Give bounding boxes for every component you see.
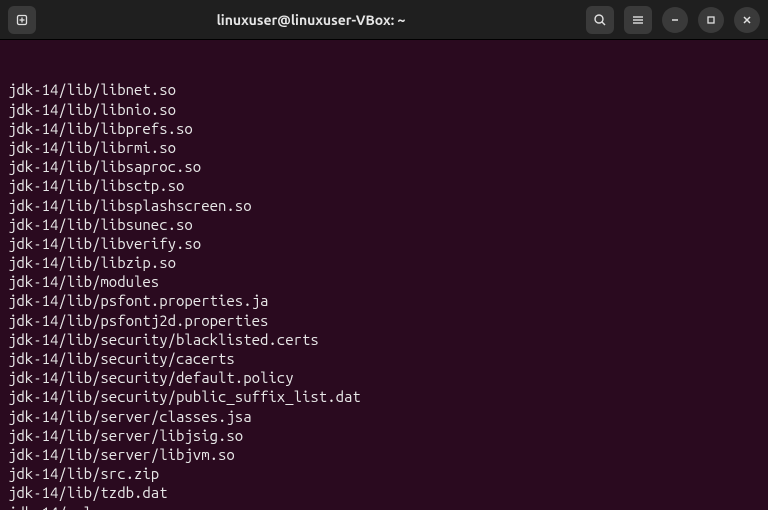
close-icon — [742, 15, 752, 25]
titlebar-left — [8, 6, 36, 34]
maximize-button[interactable] — [698, 7, 724, 33]
window-title: linuxuser@linuxuser-VBox: ~ — [44, 12, 578, 28]
minimize-button[interactable] — [662, 7, 688, 33]
output-lines: jdk-14/lib/libnet.sojdk-14/lib/libnio.so… — [8, 80, 760, 510]
close-button[interactable] — [734, 7, 760, 33]
output-line: jdk-14/lib/src.zip — [8, 464, 760, 483]
output-line: jdk-14/lib/psfont.properties.ja — [8, 291, 760, 310]
output-line: jdk-14/lib/server/libjsig.so — [8, 426, 760, 445]
output-line: jdk-14/lib/security/default.policy — [8, 368, 760, 387]
new-tab-button[interactable] — [8, 6, 36, 34]
hamburger-icon — [631, 13, 645, 27]
output-line: jdk-14/release — [8, 503, 760, 510]
minimize-icon — [670, 15, 680, 25]
output-line: jdk-14/lib/librmi.so — [8, 138, 760, 157]
output-line: jdk-14/lib/security/blacklisted.certs — [8, 330, 760, 349]
output-line: jdk-14/lib/tzdb.dat — [8, 483, 760, 502]
menu-button[interactable] — [624, 6, 652, 34]
output-line: jdk-14/lib/libsplashscreen.so — [8, 196, 760, 215]
output-line: jdk-14/lib/libsaproc.so — [8, 157, 760, 176]
output-line: jdk-14/lib/libsctp.so — [8, 176, 760, 195]
output-line: jdk-14/lib/libnio.so — [8, 100, 760, 119]
output-line: jdk-14/lib/security/cacerts — [8, 349, 760, 368]
titlebar-right — [586, 6, 760, 34]
output-line: jdk-14/lib/libverify.so — [8, 234, 760, 253]
output-line: jdk-14/lib/libprefs.so — [8, 119, 760, 138]
output-line: jdk-14/lib/psfontj2d.properties — [8, 311, 760, 330]
terminal-output[interactable]: jdk-14/lib/libnet.sojdk-14/lib/libnio.so… — [0, 40, 768, 510]
output-line: jdk-14/lib/libnet.so — [8, 80, 760, 99]
maximize-icon — [706, 15, 716, 25]
terminal-window: linuxuser@linuxuser-VBox: ~ — [0, 0, 768, 510]
output-line: jdk-14/lib/server/classes.jsa — [8, 407, 760, 426]
new-tab-icon — [15, 13, 29, 27]
output-line: jdk-14/lib/libsunec.so — [8, 215, 760, 234]
output-line: jdk-14/lib/security/public_suffix_list.d… — [8, 387, 760, 406]
output-line: jdk-14/lib/modules — [8, 272, 760, 291]
output-line: jdk-14/lib/libzip.so — [8, 253, 760, 272]
titlebar: linuxuser@linuxuser-VBox: ~ — [0, 0, 768, 40]
output-line: jdk-14/lib/server/libjvm.so — [8, 445, 760, 464]
search-button[interactable] — [586, 6, 614, 34]
search-icon — [593, 13, 607, 27]
